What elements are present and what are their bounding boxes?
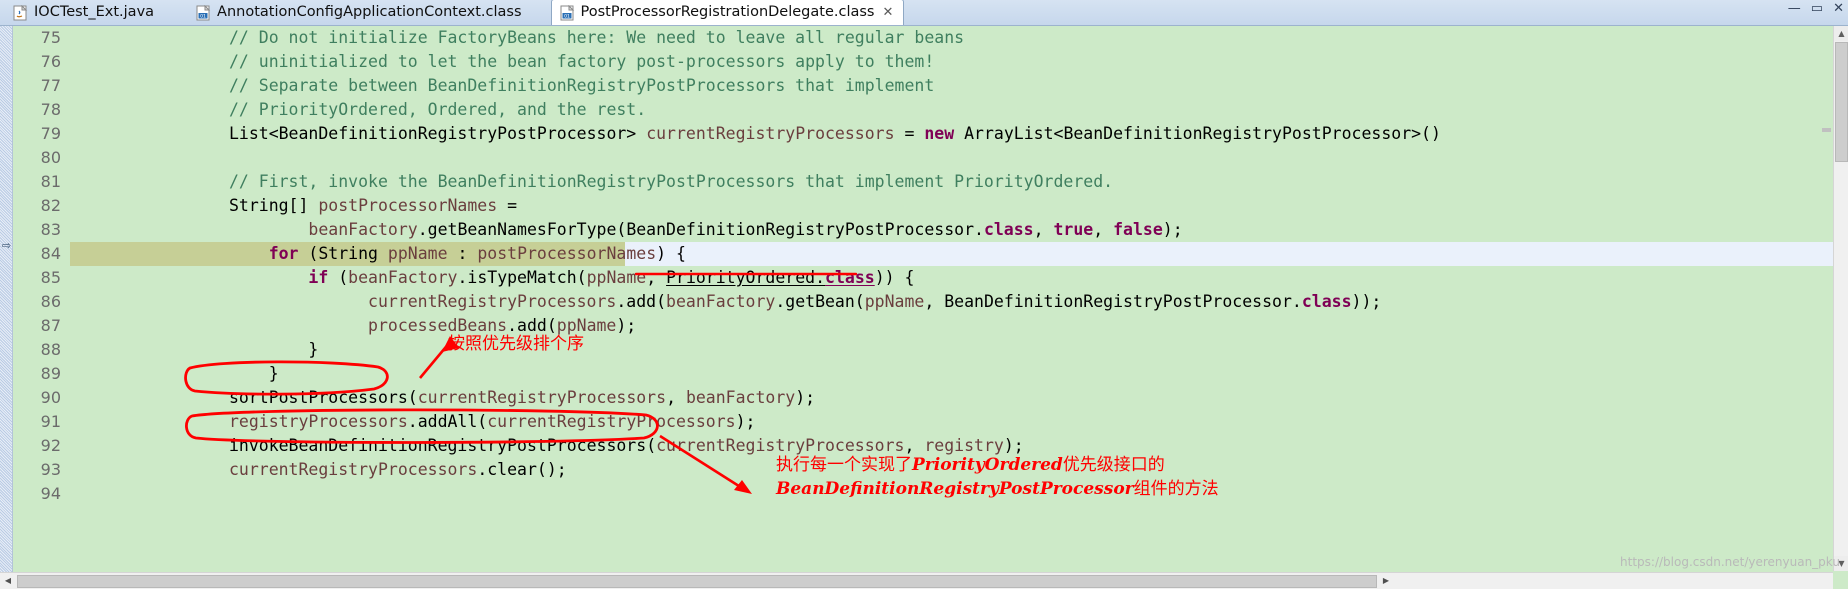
code-line-text: List<BeanDefinitionRegistryPostProcessor… [228, 124, 1441, 143]
code-line-current[interactable]: for (String ppName : postProcessorNames)… [70, 242, 1833, 266]
code-line[interactable]: // Separate between BeanDefinitionRegist… [70, 74, 1833, 98]
code-line[interactable]: // Do not initialize FactoryBeans here: … [70, 26, 1833, 50]
code-line-text: } [308, 340, 319, 359]
code-line-text: beanFactory.getBeanNamesForType(BeanDefi… [308, 220, 1183, 239]
editor-tab-label: IOCTest_Ext.java [34, 4, 155, 21]
code-line[interactable]: // uninitialized to let the bean factory… [70, 50, 1833, 74]
code-line[interactable]: currentRegistryProcessors.add(beanFactor… [70, 290, 1833, 314]
class-file-icon: 01 [196, 4, 211, 21]
line-number: 79 [40, 124, 61, 143]
line-number: 78 [40, 100, 61, 119]
code-line-text: registryProcessors.addAll(currentRegistr… [228, 412, 756, 431]
annotation-note-2-prefix: 执行每一个实现了 [776, 455, 912, 475]
fold-marker-line-84[interactable]: ⇨ [1, 240, 12, 251]
eclipse-editor-window: IOCTest_Ext.java 01 AnnotationConfigAppl… [0, 0, 1848, 589]
line-number: 88 [40, 340, 61, 359]
window-controls: — ▭ ✕ [1788, 2, 1844, 15]
code-text-area[interactable]: // Do not initialize FactoryBeans here: … [70, 26, 1833, 589]
line-number: 76 [40, 52, 61, 71]
java-file-icon [13, 4, 28, 21]
annotation-note-2-emphasis: PriorityOrdered [912, 455, 1063, 475]
line-number-gutter: 75 76 77 78 79 80 81 82 83 84 85 86 87 88 89 90 91 92 93 94 [14, 26, 70, 589]
scroll-up-arrow-icon[interactable]: ▲ [1834, 26, 1848, 41]
folding-marker-bar[interactable]: ⇨ [0, 26, 13, 589]
code-line[interactable]: } [70, 338, 1833, 362]
line-number: 75 [40, 28, 61, 47]
code-line[interactable]: beanFactory.getBeanNamesForType(BeanDefi… [70, 218, 1833, 242]
svg-text:01: 01 [200, 13, 206, 19]
horizontal-scroll-thumb[interactable] [17, 574, 1377, 588]
line-number: 84 [40, 244, 61, 263]
code-line[interactable]: sortPostProcessors(currentRegistryProces… [70, 386, 1833, 410]
current-line-trailing-highlight [624, 242, 1833, 266]
annotation-note-2-line2-suffix: 组件的方法 [1133, 479, 1219, 499]
code-line[interactable] [70, 146, 1833, 170]
code-line-text: for (String ppName : postProcessorNames)… [268, 244, 686, 263]
overview-ruler-mark[interactable] [1822, 128, 1831, 132]
line-number: 81 [40, 172, 61, 191]
line-number: 92 [40, 436, 61, 455]
code-line-text: sortPostProcessors(currentRegistryProces… [228, 388, 816, 407]
line-number: 82 [40, 196, 61, 215]
scroll-left-arrow-icon[interactable]: ◀ [0, 573, 16, 589]
code-line[interactable]: String[] postProcessorNames = [70, 194, 1833, 218]
close-button[interactable]: ✕ [1833, 2, 1844, 15]
scroll-right-arrow-icon[interactable]: ▶ [1378, 573, 1394, 589]
line-number: 80 [40, 148, 61, 167]
class-file-icon: 01 [560, 4, 575, 21]
code-line-text: invokeBeanDefinitionRegistryPostProcesso… [228, 436, 1024, 455]
code-line-text: String[] postProcessorNames = [228, 196, 518, 215]
code-line[interactable]: List<BeanDefinitionRegistryPostProcessor… [70, 122, 1833, 146]
maximize-button[interactable]: ▭ [1811, 2, 1823, 15]
line-number: 93 [40, 460, 61, 479]
code-line[interactable]: invokeBeanDefinitionRegistryPostProcesso… [70, 434, 1833, 458]
svg-text:01: 01 [564, 13, 570, 19]
editor-tab-bar: IOCTest_Ext.java 01 AnnotationConfigAppl… [0, 0, 1848, 26]
line-number: 83 [40, 220, 61, 239]
line-number: 89 [40, 364, 61, 383]
code-line[interactable]: } [70, 362, 1833, 386]
watermark: https://blog.csdn.net/yerenyuan_pku [1620, 555, 1840, 569]
line-number: 85 [40, 268, 61, 287]
code-line-text: processedBeans.add(ppName); [368, 316, 637, 335]
annotation-note-2-line2-emphasis: BeanDefinitionRegistryPostProcessor [776, 479, 1134, 499]
line-number: 77 [40, 76, 61, 95]
line-number: 87 [40, 316, 61, 335]
code-line-text: // Do not initialize FactoryBeans here: … [228, 28, 965, 47]
annotation-note-2-suffix: 优先级接口的 [1062, 455, 1165, 475]
close-icon[interactable]: ✕ [882, 6, 893, 19]
code-line-text: // First, invoke the BeanDefinitionRegis… [228, 172, 1114, 191]
line-number: 94 [40, 484, 61, 503]
code-line-text: // uninitialized to let the bean factory… [228, 52, 935, 71]
code-line[interactable]: processedBeans.add(ppName); [70, 314, 1833, 338]
annotation-note-2-line-2: BeanDefinitionRegistryPostProcessor组件的方法 [776, 474, 1219, 499]
code-line-text: // Separate between BeanDefinitionRegist… [228, 76, 935, 95]
horizontal-scrollbar[interactable]: ◀ ▶ [0, 572, 1833, 589]
editor-tab-label: PostProcessorRegistrationDelegate.class [580, 4, 875, 21]
vertical-scrollbar[interactable]: ▲ ▼ [1833, 26, 1848, 571]
code-line-text: } [268, 364, 279, 383]
code-line-text: currentRegistryProcessors.add(beanFactor… [368, 292, 1382, 311]
code-line-text: if (beanFactory.isTypeMatch(ppName, Prio… [308, 268, 915, 287]
code-editor[interactable]: ⇨ 75 76 77 78 79 80 81 82 83 84 85 86 87 88 89 90 91 92 93… [0, 26, 1848, 589]
code-line[interactable]: registryProcessors.addAll(currentRegistr… [70, 410, 1833, 434]
minimize-button[interactable]: — [1788, 2, 1801, 15]
code-line[interactable]: // PriorityOrdered, Ordered, and the res… [70, 98, 1833, 122]
code-line-text: currentRegistryProcessors.clear(); [228, 460, 567, 479]
editor-tab-postprocessorregistrationdelegate[interactable]: 01 PostProcessorRegistrationDelegate.cla… [550, 0, 905, 25]
vertical-scroll-thumb[interactable] [1835, 42, 1848, 162]
editor-tab-annotationconfigapplicationcontext[interactable]: 01 AnnotationConfigApplicationContext.cl… [187, 0, 532, 25]
code-line[interactable]: if (beanFactory.isTypeMatch(ppName, Prio… [70, 266, 1833, 290]
editor-tab-ioctest[interactable]: IOCTest_Ext.java [4, 0, 165, 25]
editor-tab-label: AnnotationConfigApplicationContext.class [217, 4, 522, 21]
code-line[interactable]: // First, invoke the BeanDefinitionRegis… [70, 170, 1833, 194]
line-number: 86 [40, 292, 61, 311]
line-number: 91 [40, 412, 61, 431]
code-line-text: // PriorityOrdered, Ordered, and the res… [228, 100, 647, 119]
line-number: 90 [40, 388, 61, 407]
